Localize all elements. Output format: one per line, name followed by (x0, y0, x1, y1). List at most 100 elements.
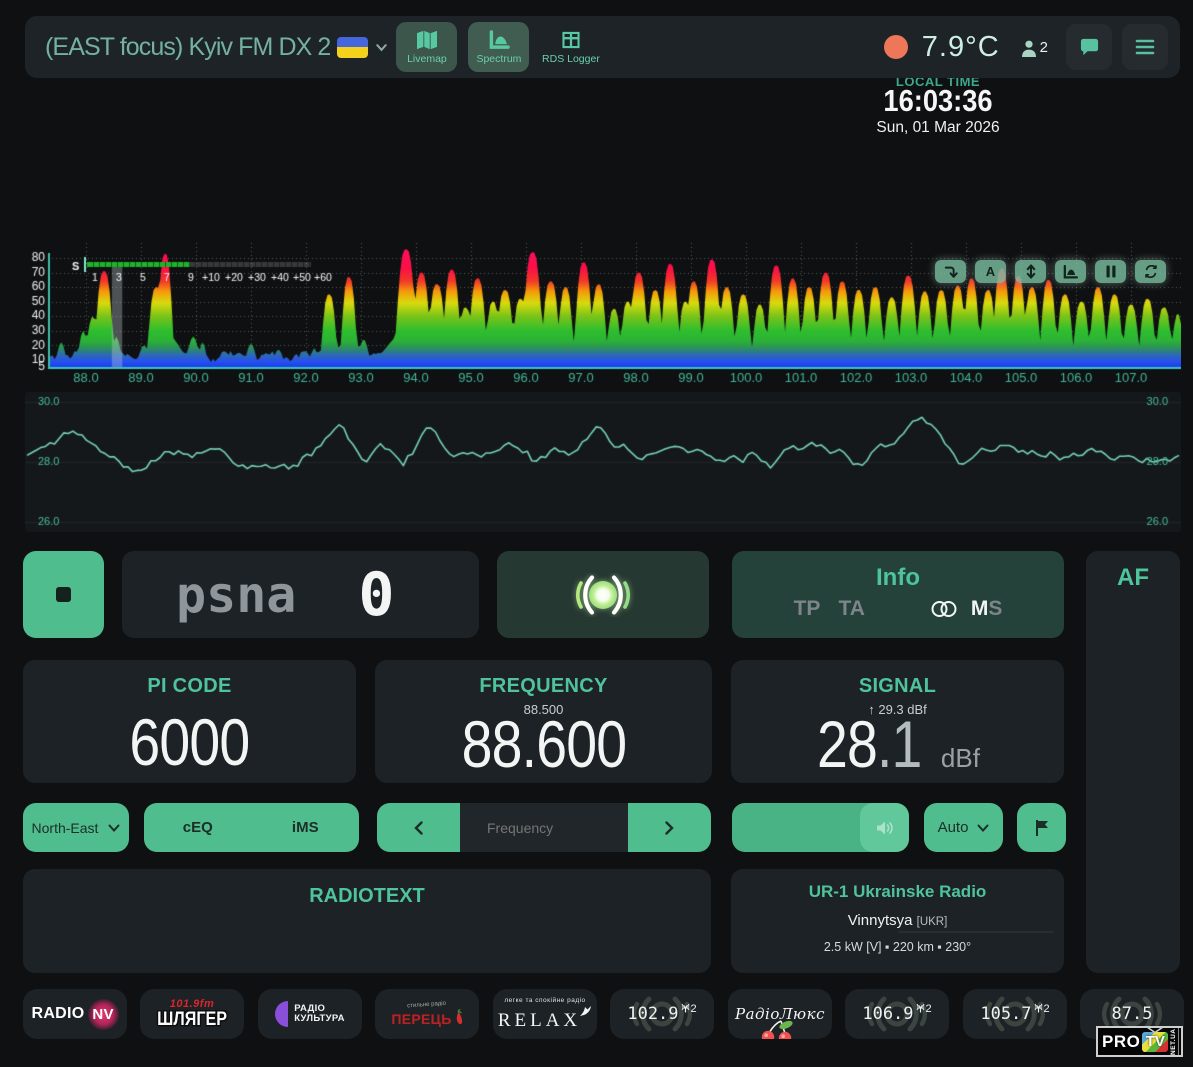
lux-logo: РадіоЛюкс (735, 1005, 825, 1024)
chevron-down-icon (977, 824, 989, 832)
frequency-down-button[interactable] (377, 803, 460, 852)
station-city-value: Vinnytsya (848, 912, 913, 929)
protv-pro-text: PRO (1102, 1032, 1140, 1052)
report-flag-button[interactable] (1017, 803, 1066, 852)
generic-frequency-text: 105.7 (980, 1004, 1031, 1024)
station-logo-radio-nv[interactable]: RADIO NV (23, 989, 127, 1039)
spectrum-vertical-scale-button[interactable] (1015, 260, 1046, 283)
nav-livemap-label: Livemap (407, 53, 447, 65)
temperature-readout: 7.9°C (922, 31, 1000, 64)
station-logos-row: RADIO NV 101.9fm ШЛЯГЕР РАДІОКУЛЬТУРА ст… (23, 989, 1184, 1039)
info-title: Info (732, 564, 1064, 592)
ta-flag: TA (838, 597, 864, 621)
radiotext-panel: RADIOTEXT (23, 869, 711, 973)
antenna-selected: North-East (32, 820, 99, 836)
nav-spectrum-label: Spectrum (476, 53, 521, 65)
station-logo-105-7[interactable]: 105.7 2 (963, 989, 1067, 1039)
station-info-panel: UR-1 Ukrainske Radio Vinnytsya [UKR] 2.5… (731, 869, 1064, 973)
kultura-logo: РАДІОКУЛЬТУРА (275, 1001, 345, 1027)
spectrum-refresh-button[interactable] (1135, 260, 1166, 283)
eq-toggle-button[interactable]: cEQ (144, 819, 252, 836)
nav-spectrum-button[interactable]: Spectrum (468, 22, 529, 72)
pause-icon (1106, 265, 1116, 278)
stereo-icon (931, 600, 957, 618)
spectrum-snap-to-peak-button[interactable] (935, 260, 966, 283)
local-date-value: Sun, 01 Mar 2026 (848, 119, 1028, 137)
audio-status-panel[interactable] (497, 551, 709, 638)
kultura-line2: КУЛЬТУРА (294, 1014, 345, 1025)
perets-name: ПЕРЕЦЬ (391, 1009, 462, 1027)
server-name-dropdown[interactable]: (EAST focus) Kyiv FM DX 2 (45, 33, 388, 62)
play-stop-button[interactable] (23, 551, 104, 638)
frequency-stepper (377, 803, 711, 852)
rds-flags: TP TA MS (732, 597, 1064, 621)
chat-bubble-icon (1079, 37, 1100, 57)
ukraine-flag-icon (337, 37, 368, 58)
volume-slider[interactable] (732, 803, 909, 852)
hamburger-menu-icon (1135, 39, 1155, 55)
stop-icon (56, 587, 71, 602)
station-details: 2.5 kW [V] ▪ 220 km ▪ 230° (731, 940, 1064, 954)
kultura-mark (275, 1001, 288, 1027)
signal-value-row: 28.1 dBf (815, 717, 980, 785)
chevron-down-icon (375, 41, 388, 54)
ims-toggle-button[interactable]: iMS (252, 819, 360, 836)
nv-radio-text: RADIO (31, 1005, 84, 1023)
chili-pepper-icon (453, 1009, 463, 1027)
topbar-right: 7.9°C 2 (884, 24, 1168, 70)
antenna-selector[interactable]: North-East (23, 803, 129, 852)
refresh-icon (1144, 265, 1158, 278)
chat-button[interactable] (1066, 24, 1112, 70)
tp-flag: TP (794, 597, 821, 621)
flag-yellow-stripe (337, 47, 368, 58)
tx-count-value: 2 (1044, 1003, 1050, 1015)
chevron-down-icon (108, 824, 120, 832)
flag-icon (1034, 819, 1050, 837)
tx-count-value: 2 (691, 1003, 697, 1015)
protv-tv-icon: TV (1142, 1032, 1168, 1052)
spectrum-pause-button[interactable] (1095, 260, 1126, 283)
info-panel: Info TP TA MS (732, 551, 1064, 638)
tx-count-value: 2 (926, 1003, 932, 1015)
station-logo-102-9[interactable]: 102.9 2 (610, 989, 714, 1039)
tv-antenna-icon (1146, 1026, 1164, 1033)
station-logo-shlyager[interactable]: 101.9fm ШЛЯГЕР (140, 989, 244, 1039)
local-time-value: 16:03:36 (859, 86, 1017, 116)
mono-flag: M (971, 597, 989, 621)
frequency-input[interactable] (460, 820, 628, 836)
frequency-panel[interactable]: FREQUENCY 88.500 88.600 (375, 660, 712, 783)
generic-frequency-text: 87.5 (1112, 1004, 1153, 1024)
bandwidth-selector[interactable]: Auto (924, 803, 1003, 852)
chevron-left-icon (414, 821, 423, 835)
volume-slider-knob[interactable] (860, 803, 909, 852)
spectrum-graph-style-button[interactable] (1055, 260, 1086, 283)
perets-logo: стильне радіо ПЕРЕЦЬ (391, 1002, 462, 1027)
frequency-up-button[interactable] (628, 803, 711, 852)
area-chart-icon (1063, 265, 1078, 279)
radio-nv-logo: RADIO NV (31, 999, 118, 1030)
server-title: (EAST focus) Kyiv FM DX 2 (45, 33, 330, 62)
stereo-flag: S (988, 597, 1002, 621)
menu-button[interactable] (1122, 24, 1168, 70)
station-logo-radio-relax[interactable]: легке та спокійне радіо RELAX (493, 989, 597, 1039)
transmitter-count: 2 (681, 1003, 697, 1015)
station-logo-106-9[interactable]: 106.9 2 (845, 989, 949, 1039)
spectrum-autorange-button[interactable]: A (975, 260, 1006, 283)
rf-spectrum-graph[interactable] (25, 243, 1181, 389)
main-nav: Livemap Spectrum RDS Logger (396, 22, 601, 72)
map-icon (416, 30, 438, 50)
antenna-icon (1034, 1003, 1043, 1013)
station-logo-radio-lux[interactable]: РадіоЛюкс (728, 989, 832, 1039)
listener-count: 2 (1020, 37, 1048, 57)
station-logo-radio-kultura[interactable]: РАДІОКУЛЬТУРА (258, 989, 362, 1039)
kultura-text: РАДІОКУЛЬТУРА (294, 1004, 345, 1025)
chevron-right-icon (665, 821, 674, 835)
station-logo-perets-fm[interactable]: стильне радіо ПЕРЕЦЬ (375, 989, 479, 1039)
nv-badge: NV (88, 999, 119, 1030)
ps-name-panel: psna 0 (122, 551, 479, 638)
antenna-icon (916, 1003, 925, 1013)
station-country: [UKR] (917, 916, 948, 928)
nav-livemap-button[interactable]: Livemap (396, 22, 457, 72)
table-icon (560, 30, 582, 50)
nav-rds-logger-button[interactable]: RDS Logger (540, 22, 601, 72)
